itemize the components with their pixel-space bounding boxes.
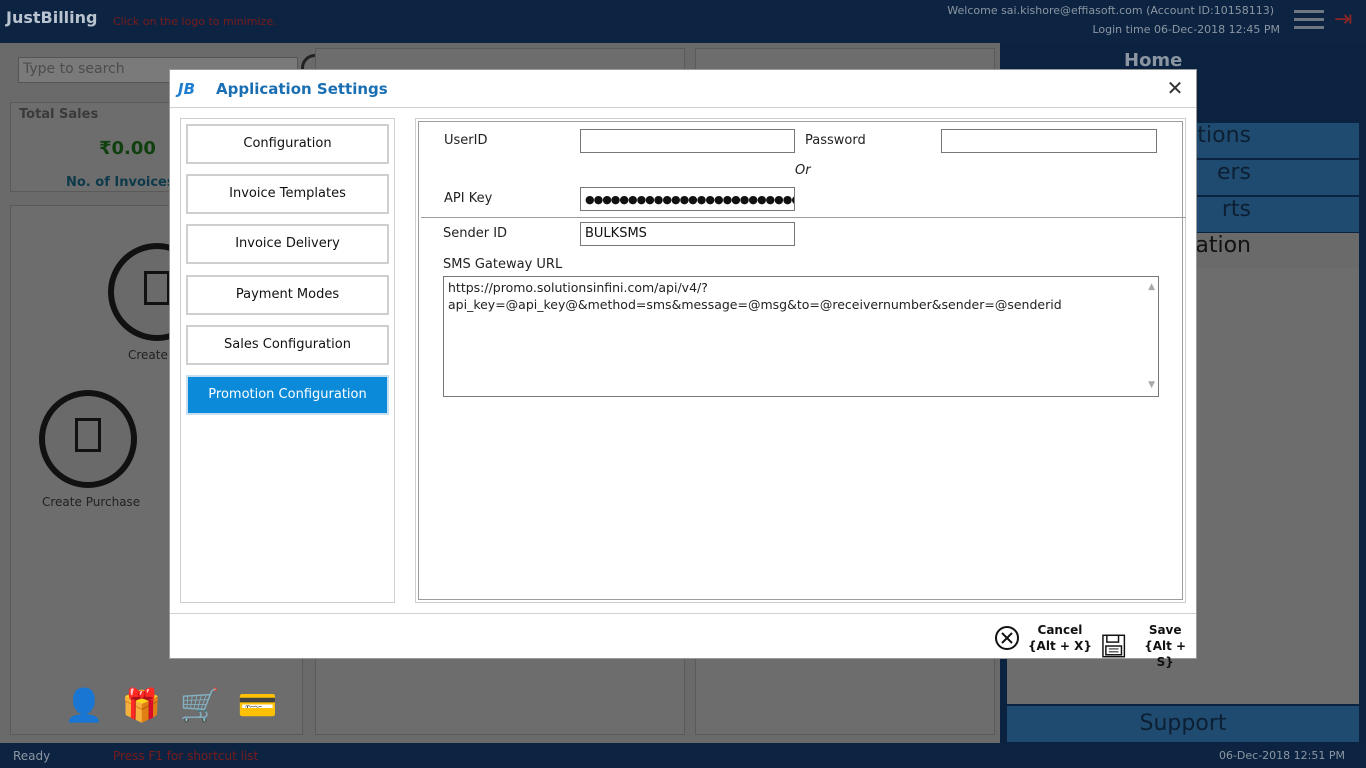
invoices-count-label: No. of Invoices : [66, 175, 185, 190]
apikey-input[interactable]: ●●●●●●●●●●●●●●●●●●●●●●●●●●●●●● [580, 187, 795, 211]
logout-icon[interactable]: ⇥ [1334, 7, 1358, 33]
total-sales-label: Total Sales [19, 107, 99, 122]
scroll-down-icon[interactable]: ▼ [1148, 377, 1155, 394]
jb-logo-icon: JB [178, 80, 196, 98]
logo-hint: Click on the logo to minimize. [113, 15, 277, 28]
scroll-up-icon[interactable]: ▲ [1148, 279, 1155, 296]
login-time: Login time 06-Dec-2018 12:45 PM [1092, 23, 1280, 36]
save-shortcut: {Alt + S} [1144, 639, 1187, 669]
side-nav-home[interactable]: Home [1124, 50, 1182, 71]
menu-promotion-configuration[interactable]: Promotion Configuration [186, 375, 389, 415]
gateway-url-text: https://promo.solutionsinfini.com/api/v4… [448, 280, 1062, 312]
document-icon [75, 418, 101, 452]
or-separator: Or [795, 163, 811, 178]
close-icon[interactable]: ✕ [1164, 77, 1186, 99]
cancel-shortcut: {Alt + X} [1028, 639, 1092, 653]
save-floppy-icon [1102, 634, 1126, 658]
create-label: Create [128, 348, 168, 362]
save-button[interactable]: Save {Alt + S} [1101, 622, 1196, 670]
status-hint: Press F1 for shortcut list [113, 749, 259, 763]
settings-menu: Configuration Invoice Templates Invoice … [180, 118, 395, 603]
total-sales-value: ₹0.00 [99, 138, 156, 159]
dialog-title: Application Settings [216, 80, 388, 98]
welcome-text: Welcome sai.kishore@effiasoft.com (Accou… [947, 4, 1274, 17]
application-settings-dialog: JB Application Settings ✕ Configuration … [169, 69, 1197, 669]
hamburger-menu-icon[interactable] [1294, 10, 1324, 34]
bottom-toolbar: 👤 🎁 🛒 💳 [64, 686, 277, 724]
create-purchase-button[interactable] [39, 390, 137, 488]
save-label: Save [1148, 623, 1182, 637]
support-button[interactable]: Support [1007, 706, 1359, 742]
gateway-url-textarea[interactable]: https://promo.solutionsinfini.com/api/v4… [443, 276, 1159, 397]
gateway-url-label: SMS Gateway URL [443, 257, 563, 272]
apikey-label: API Key [444, 191, 493, 206]
customer-icon[interactable]: 👤 [64, 686, 104, 724]
menu-invoice-delivery[interactable]: Invoice Delivery [186, 224, 389, 264]
cancel-circle-icon [995, 626, 1019, 650]
password-input[interactable] [941, 129, 1157, 153]
dialog-header: JB Application Settings ✕ [170, 70, 1196, 108]
password-label: Password [805, 133, 866, 148]
document-icon [144, 271, 170, 305]
app-logo[interactable]: JustBilling [6, 8, 98, 27]
menu-payment-modes[interactable]: Payment Modes [186, 275, 389, 315]
menu-invoice-templates[interactable]: Invoice Templates [186, 174, 389, 214]
userid-input[interactable] [580, 129, 795, 153]
status-datetime: 06-Dec-2018 12:51 PM [1218, 749, 1345, 762]
cancel-button[interactable]: Cancel {Alt + X} [994, 622, 1092, 654]
dialog-footer: Cancel {Alt + X} Save {Alt + S} [170, 613, 1196, 669]
sender-id-label: Sender ID [443, 226, 508, 241]
gift-icon[interactable]: 🎁 [122, 686, 162, 724]
delivery-icon[interactable]: 🛒 [180, 686, 220, 724]
payment-icon[interactable]: 💳 [238, 686, 278, 724]
cancel-label: Cancel [1037, 623, 1083, 637]
status-ready: Ready [13, 749, 51, 763]
create-purchase-label: Create Purchase [42, 495, 141, 509]
menu-sales-configuration[interactable]: Sales Configuration [186, 325, 389, 365]
sender-id-input[interactable]: BULKSMS [580, 222, 795, 246]
menu-configuration[interactable]: Configuration [186, 124, 389, 164]
userid-label: UserID [444, 133, 488, 148]
